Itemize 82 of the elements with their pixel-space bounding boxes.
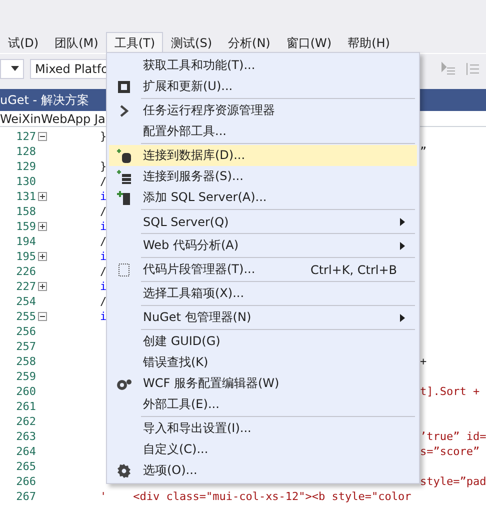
code-text: i: [100, 190, 107, 203]
menu-title[interactable]: 测试(S): [163, 32, 220, 53]
line-number: 259: [16, 370, 36, 383]
menu-title[interactable]: 帮助(H): [340, 32, 398, 53]
code-text: ' <div class="mui-col-xs-12"><b style="color: [100, 490, 412, 503]
menu-item[interactable]: 选项(O)...: [109, 460, 417, 481]
collapse-icon[interactable]: [38, 312, 47, 321]
code-text: i: [100, 250, 107, 263]
shortcut-text: Ctrl+K, Ctrl+B: [310, 262, 397, 276]
menu-item[interactable]: 自定义(C)...: [109, 439, 417, 460]
menu-item[interactable]: Web 代码分析(A): [109, 235, 417, 256]
menu-item[interactable]: SQL Server(Q): [109, 211, 417, 232]
expand-icon[interactable]: [38, 222, 47, 231]
menu-item[interactable]: 创建 GUID(G): [109, 331, 417, 352]
code-text: i: [100, 220, 107, 233]
line-number: 159: [16, 220, 36, 233]
line-number: 267: [16, 490, 36, 503]
menu-title[interactable]: 团队(M): [46, 32, 106, 53]
line-number: 194: [16, 235, 36, 248]
line-number: 130: [16, 175, 36, 188]
code-text: t].Sort +: [420, 385, 480, 398]
collapse-icon[interactable]: [38, 132, 47, 141]
menu-item[interactable]: 连接到数据库(D)...: [109, 145, 417, 166]
menu-title[interactable]: 工具(T): [106, 32, 164, 53]
line-number: 195: [16, 250, 36, 263]
code-text: /: [100, 295, 107, 308]
line-number: 266: [16, 475, 36, 488]
code-text: /: [100, 175, 107, 188]
line-number: 263: [16, 430, 36, 443]
code-text: i: [100, 280, 107, 293]
line-number: 128: [16, 145, 36, 158]
menu-title[interactable]: 分析(N): [220, 32, 278, 53]
menu-title[interactable]: 试(D): [0, 32, 47, 53]
code-text: }: [100, 160, 107, 173]
menu-item[interactable]: 错误查找(K): [109, 352, 417, 373]
server-icon: [116, 168, 132, 184]
menu-item[interactable]: 代码片段管理器(T)... Ctrl+K, Ctrl+B: [109, 259, 417, 280]
expand-icon[interactable]: [38, 192, 47, 201]
extension-icon: [116, 78, 132, 94]
line-number: 265: [16, 460, 36, 473]
line-number: 127: [16, 130, 36, 143]
code-text: /: [100, 205, 107, 218]
menu-item[interactable]: 选择工具箱项(X)...: [109, 283, 417, 304]
line-number: 131: [16, 190, 36, 203]
settings-icon: [116, 462, 132, 478]
configuration-combo[interactable]: [0, 58, 24, 78]
menu-title[interactable]: 窗口(W): [278, 32, 340, 53]
menu-item[interactable]: 添加 SQL Server(A)...: [109, 187, 417, 208]
code-text: style=”pad: [420, 475, 486, 488]
menu-item[interactable]: 外部工具(E)...: [109, 394, 417, 415]
database-icon: [116, 148, 132, 164]
line-number: 255: [16, 310, 36, 323]
snippet-icon: [116, 262, 132, 278]
line-number: 227: [16, 280, 36, 293]
line-number: 258: [16, 355, 36, 368]
line-number: 261: [16, 400, 36, 413]
line-number: 226: [16, 265, 36, 278]
code-text: ”: [420, 145, 427, 158]
menu-item[interactable]: 导入和导出设置(I)...: [109, 418, 417, 439]
code-text: +: [420, 355, 427, 368]
line-number: 264: [16, 445, 36, 458]
line-number: 260: [16, 385, 36, 398]
add-server-icon: [116, 190, 132, 206]
caret-icon: [11, 66, 19, 71]
code-text: i: [100, 310, 107, 323]
code-text: }: [100, 130, 107, 143]
code-text: ’true” id=: [420, 430, 486, 443]
line-number: 158: [16, 205, 36, 218]
code-text: /: [100, 235, 107, 248]
menu-item[interactable]: NuGet 包管理器(N): [109, 307, 417, 328]
expand-icon[interactable]: [38, 282, 47, 291]
line-number: 262: [16, 415, 36, 428]
line-number: 257: [16, 340, 36, 353]
code-text: s=”score”: [420, 445, 480, 458]
menu-item[interactable]: 连接到服务器(S)...: [109, 166, 417, 187]
expand-icon[interactable]: [38, 252, 47, 261]
line-number: 129: [16, 160, 36, 173]
code-text: /: [100, 265, 107, 278]
line-number: 254: [16, 295, 36, 308]
menu-item[interactable]: 配置外部工具...: [109, 121, 417, 142]
menu-item[interactable]: WCF 服务配置编辑器(W): [109, 373, 417, 394]
line-number: 256: [16, 325, 36, 338]
